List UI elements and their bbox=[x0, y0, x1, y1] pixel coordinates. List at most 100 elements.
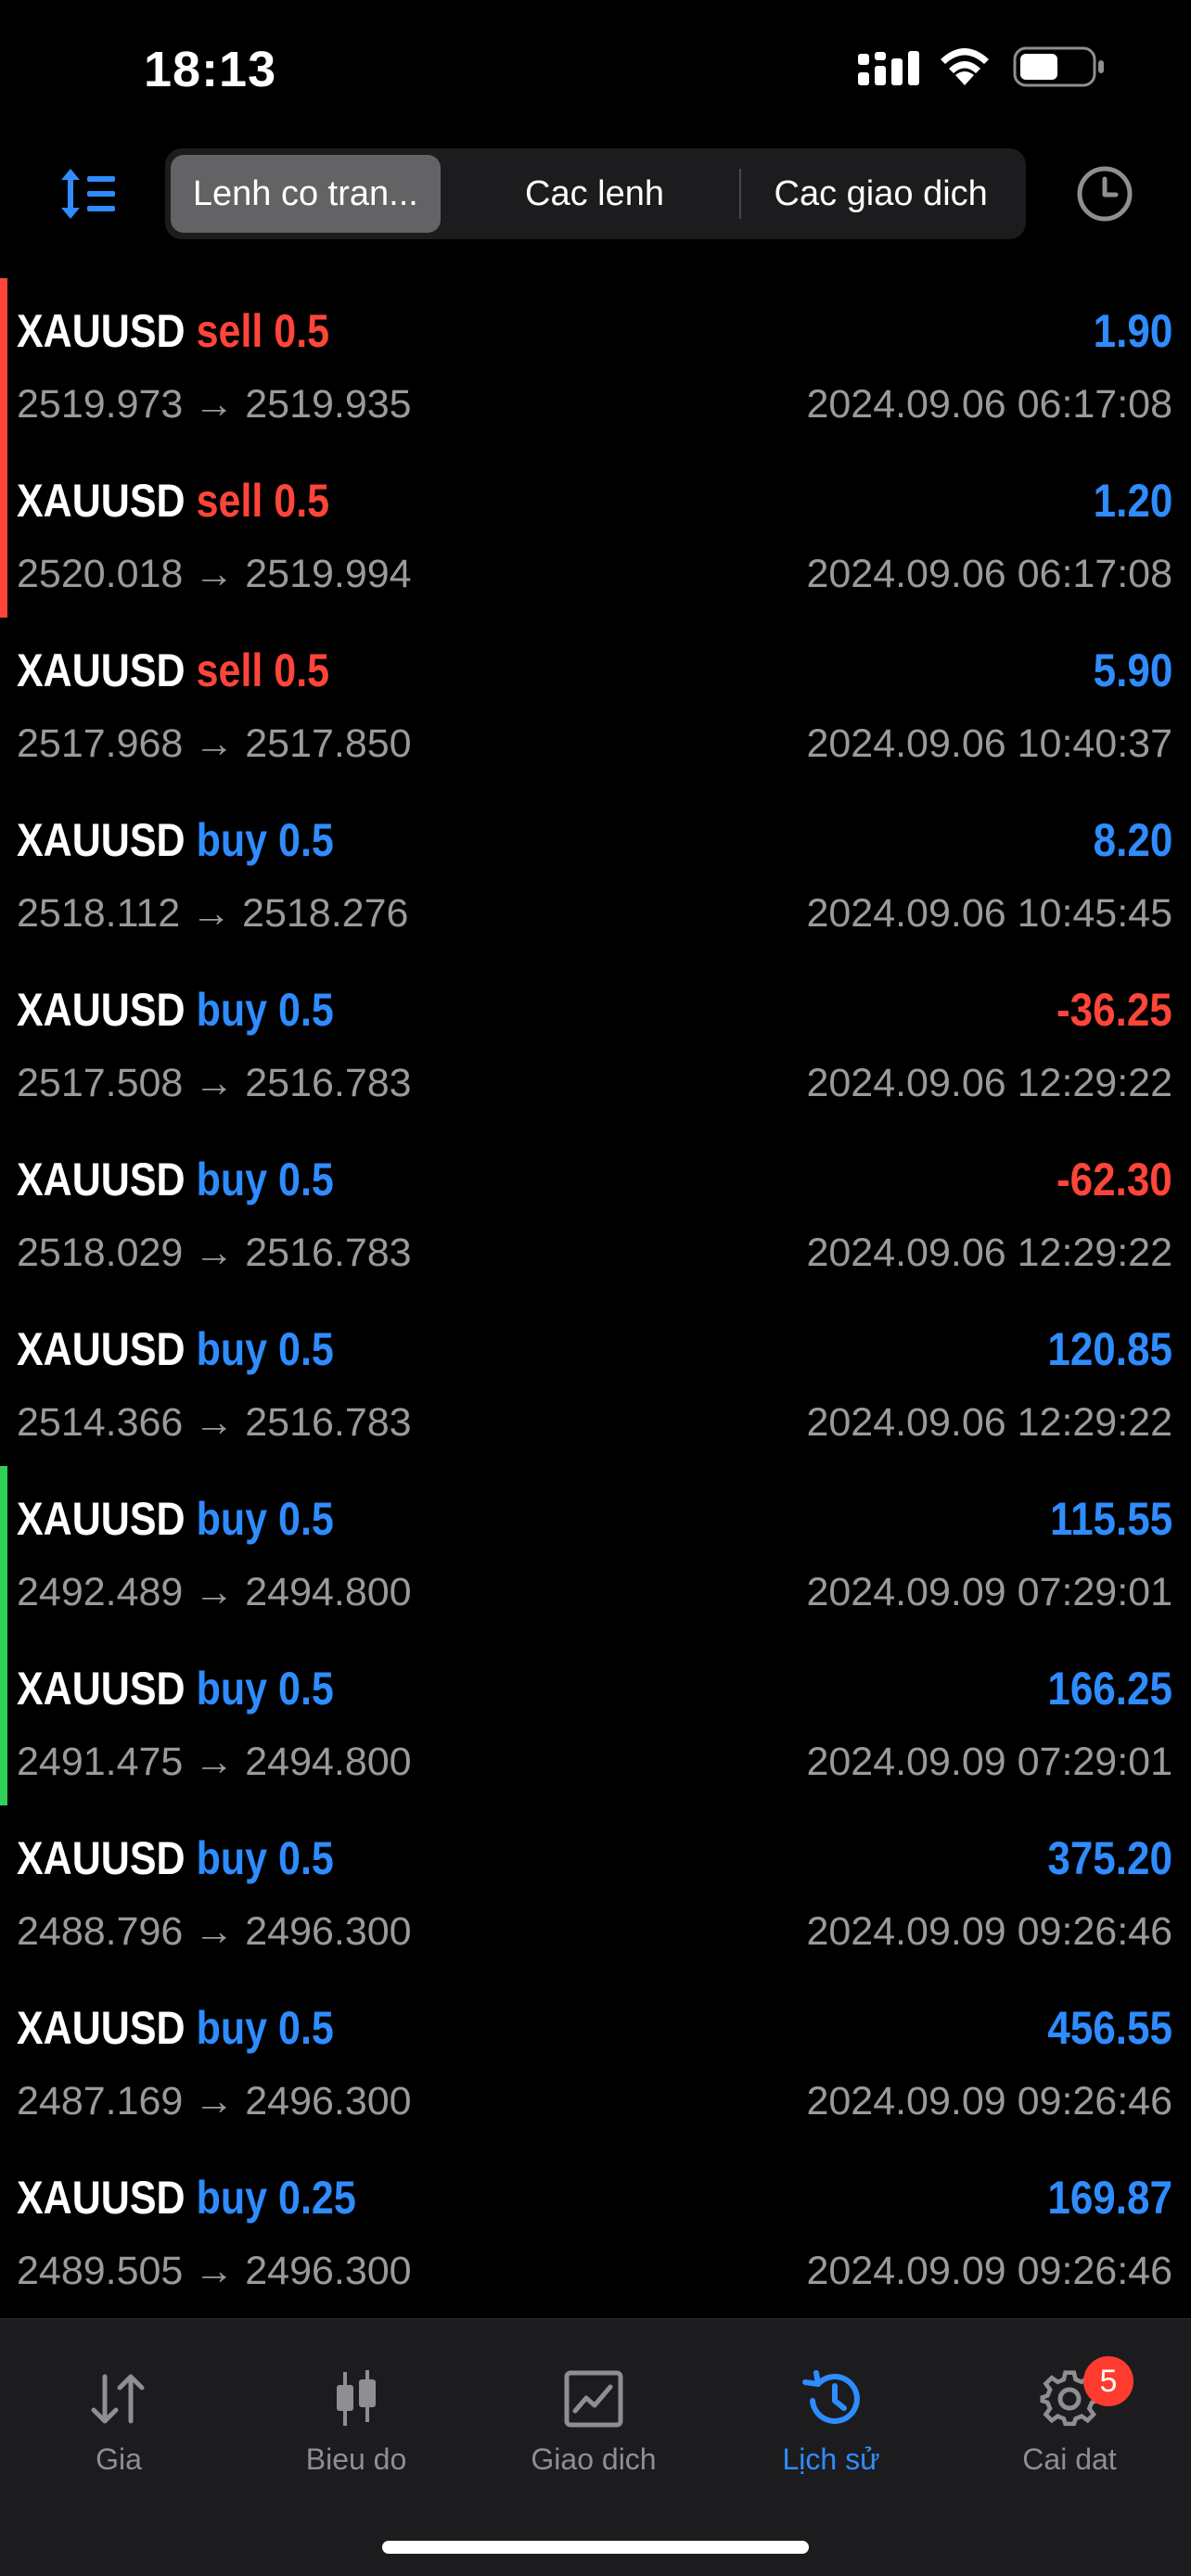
deal-row[interactable]: XAUUSD buy 0.5 8.20 2518.112 → 2518.276 2024… bbox=[0, 787, 1191, 957]
deal-volume: 0.5 bbox=[278, 2002, 334, 2054]
deal-type-volume: buy 0.5 bbox=[197, 1663, 334, 1715]
deal-status-marker bbox=[0, 1127, 7, 1296]
deal-row[interactable]: XAUUSD buy 0.5 456.55 2487.169 → 2496.300 20… bbox=[0, 1975, 1191, 2145]
deal-type: buy bbox=[196, 1493, 268, 1545]
deal-title: XAUUSD buy 0.5 bbox=[17, 813, 334, 867]
deal-symbol: XAUUSD bbox=[17, 1323, 186, 1375]
tab-bar-item-settings[interactable]: 5 Cai dat bbox=[967, 2356, 1172, 2477]
cellular-signal-icon bbox=[858, 51, 919, 85]
deal-status-marker bbox=[0, 957, 7, 1127]
deal-volume: 0.5 bbox=[278, 1663, 334, 1715]
deal-time: 2024.09.06 12:29:22 bbox=[806, 1400, 1172, 1445]
deal-status-marker bbox=[0, 1805, 7, 1975]
period-clock-icon[interactable] bbox=[1076, 165, 1133, 223]
deal-row[interactable]: XAUUSD buy 0.5 375.20 2488.796 → 2496.300 20… bbox=[0, 1805, 1191, 1975]
deal-row[interactable]: XAUUSD sell 0.5 1.20 2520.018 → 2519.994 202… bbox=[0, 448, 1191, 618]
tab-bar-item-chart[interactable]: Bieu do bbox=[254, 2366, 458, 2477]
deal-row[interactable]: XAUUSD buy 0.5 115.55 2492.489 → 2494.800 20… bbox=[0, 1466, 1191, 1636]
status-bar: 18:13 bbox=[0, 0, 1191, 139]
deal-profit: 1.90 bbox=[1093, 305, 1172, 357]
history-clock-icon bbox=[798, 2366, 864, 2431]
tab-bar-label: Gia bbox=[96, 2442, 142, 2476]
deal-time: 2024.09.09 07:29:01 bbox=[806, 1570, 1172, 1614]
deal-volume: 0.5 bbox=[278, 984, 334, 1036]
tab-orders[interactable]: Cac lenh bbox=[450, 155, 740, 233]
deal-row[interactable]: XAUUSD buy 0.5 166.25 2491.475 → 2494.800 20… bbox=[0, 1636, 1191, 1805]
deal-row[interactable]: XAUUSD buy 0.25 169.87 2489.505 → 2496.300 2… bbox=[0, 2145, 1191, 2315]
deal-title: XAUUSD buy 0.25 bbox=[17, 2171, 356, 2225]
deal-type: buy bbox=[196, 2002, 268, 2054]
deal-title: XAUUSD sell 0.5 bbox=[17, 304, 329, 358]
deal-time: 2024.09.09 09:26:46 bbox=[806, 1909, 1172, 1954]
deal-prices: 2517.508 → 2516.783 bbox=[17, 1061, 412, 1105]
deal-profit: 1.20 bbox=[1093, 475, 1172, 527]
deal-status-marker bbox=[0, 1975, 7, 2145]
deal-title: XAUUSD buy 0.5 bbox=[17, 1662, 334, 1715]
deal-type-volume: sell 0.5 bbox=[197, 644, 329, 696]
deal-row[interactable]: XAUUSD buy 0.5 -62.30 2518.029 → 2516.783 20… bbox=[0, 1127, 1191, 1296]
deal-symbol: XAUUSD bbox=[17, 984, 186, 1036]
deal-title: XAUUSD buy 0.5 bbox=[17, 1153, 334, 1206]
wifi-icon bbox=[941, 48, 989, 85]
bottom-tab-bar: Gia Bieu do Giao dich Lịch sử 5 Cai dat bbox=[0, 2318, 1191, 2576]
deal-type: sell bbox=[196, 305, 263, 357]
deal-type-volume: buy 0.5 bbox=[197, 1832, 334, 1884]
history-screen: 18:13 Lenh co tran... Cac lenh Cac giao … bbox=[0, 0, 1191, 2576]
tab-bar-item-trade[interactable]: Giao dich bbox=[492, 2366, 696, 2477]
deal-type: buy bbox=[196, 1323, 268, 1375]
deal-volume: 0.25 bbox=[278, 2172, 356, 2224]
deal-row[interactable]: XAUUSD sell 0.5 5.90 2517.968 → 2517.850 202… bbox=[0, 618, 1191, 787]
deal-type: buy bbox=[196, 1154, 268, 1205]
deal-prices: 2518.029 → 2516.783 bbox=[17, 1231, 412, 1275]
tab-bar-label: Lịch sử bbox=[782, 2442, 880, 2476]
tab-positions[interactable]: Lenh co tran... bbox=[171, 155, 441, 233]
deal-prices: 2517.968 → 2517.850 bbox=[17, 721, 412, 766]
deal-time: 2024.09.06 12:29:22 bbox=[806, 1231, 1172, 1275]
deal-title: XAUUSD buy 0.5 bbox=[17, 983, 334, 1037]
deal-profit: 115.55 bbox=[1049, 1493, 1172, 1545]
sort-icon[interactable] bbox=[58, 165, 119, 223]
deal-symbol: XAUUSD bbox=[17, 814, 186, 866]
tab-bar-label: Cai dat bbox=[1022, 2442, 1117, 2476]
deal-symbol: XAUUSD bbox=[17, 2172, 186, 2224]
deal-row[interactable]: XAUUSD sell 0.5 1.90 2519.973 → 2519.935 202… bbox=[0, 278, 1191, 448]
tab-bar-label: Giao dich bbox=[531, 2442, 657, 2476]
deal-title: XAUUSD buy 0.5 bbox=[17, 2001, 334, 2055]
deal-type-volume: sell 0.5 bbox=[197, 475, 329, 527]
tab-bar-item-quotes[interactable]: Gia bbox=[17, 2366, 221, 2477]
deal-volume: 0.5 bbox=[278, 814, 334, 866]
deal-prices: 2487.169 → 2496.300 bbox=[17, 2079, 412, 2123]
deal-profit: -62.30 bbox=[1057, 1154, 1172, 1205]
deal-volume: 0.5 bbox=[278, 1832, 334, 1884]
status-time: 18:13 bbox=[144, 42, 277, 97]
deal-prices: 2489.505 → 2496.300 bbox=[17, 2249, 412, 2293]
deal-symbol: XAUUSD bbox=[17, 2002, 186, 2054]
deal-type: buy bbox=[196, 984, 268, 1036]
deal-row[interactable]: XAUUSD buy 0.5 -36.25 2517.508 → 2516.783 20… bbox=[0, 957, 1191, 1127]
deal-symbol: XAUUSD bbox=[17, 644, 186, 696]
tab-bar-item-history[interactable]: Lịch sử bbox=[729, 2366, 933, 2477]
deal-symbol: XAUUSD bbox=[17, 1832, 186, 1884]
deal-type: sell bbox=[196, 644, 263, 696]
deal-symbol: XAUUSD bbox=[17, 1154, 186, 1205]
history-toolbar: Lenh co tran... Cac lenh Cac giao dich bbox=[0, 148, 1191, 241]
deal-prices: 2520.018 → 2519.994 bbox=[17, 552, 412, 596]
deal-profit: 456.55 bbox=[1047, 2002, 1172, 2054]
deal-prices: 2491.475 → 2494.800 bbox=[17, 1740, 412, 1784]
deal-symbol: XAUUSD bbox=[17, 1493, 186, 1545]
deal-type-volume: sell 0.5 bbox=[197, 305, 329, 357]
deal-volume: 0.5 bbox=[278, 1154, 334, 1205]
deal-prices: 2492.489 → 2494.800 bbox=[17, 1570, 412, 1614]
deal-type-volume: buy 0.5 bbox=[197, 1323, 334, 1375]
deal-profit: -36.25 bbox=[1057, 984, 1172, 1036]
deal-type-volume: buy 0.5 bbox=[197, 984, 334, 1036]
deal-profit: 166.25 bbox=[1047, 1663, 1172, 1715]
deal-prices: 2514.366 → 2516.783 bbox=[17, 1400, 412, 1445]
deal-profit: 5.90 bbox=[1093, 644, 1172, 696]
tab-deals[interactable]: Cac giao dich bbox=[741, 155, 1020, 233]
deal-time: 2024.09.06 10:40:37 bbox=[806, 721, 1172, 766]
deal-status-marker bbox=[0, 448, 7, 618]
deal-row[interactable]: XAUUSD buy 0.5 120.85 2514.366 → 2516.783 20… bbox=[0, 1296, 1191, 1466]
deal-status-marker bbox=[0, 278, 7, 448]
deal-title: XAUUSD buy 0.5 bbox=[17, 1831, 334, 1885]
